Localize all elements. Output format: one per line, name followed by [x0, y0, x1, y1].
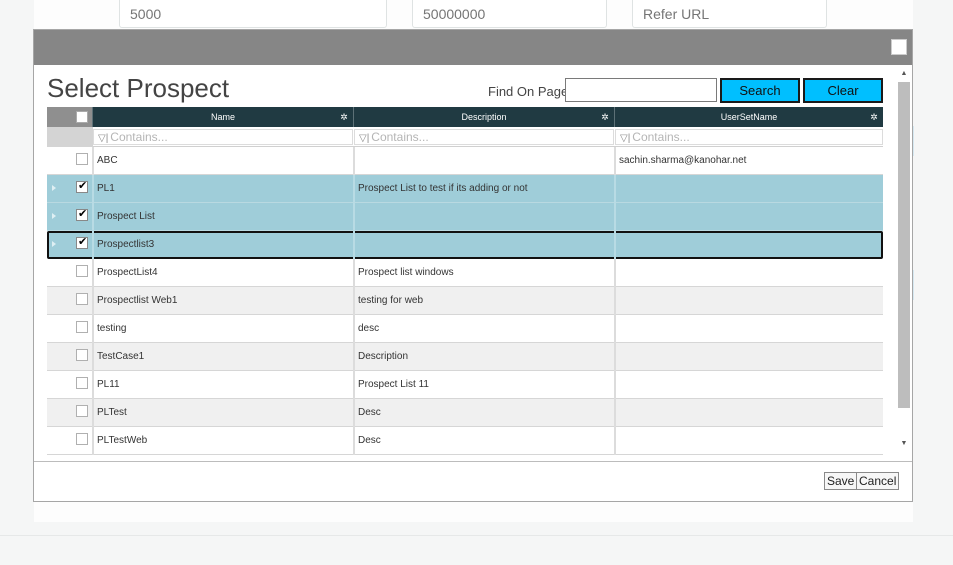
usersetname-cell	[616, 175, 882, 203]
description-cell: Desc	[358, 407, 381, 418]
name-cell: testing	[97, 323, 127, 334]
name-cell: TestCase1	[97, 351, 145, 362]
row-checkbox[interactable]	[76, 265, 88, 277]
description-cell	[355, 231, 613, 259]
usersetname-cell	[616, 427, 882, 455]
filter-icon: ▽|	[620, 133, 631, 144]
gear-icon[interactable]: ✲	[339, 107, 349, 127]
filter-row: ▽| Contains... ▽| Contains... ▽| Contains..…	[47, 127, 883, 147]
name-cell: Prospectlist3	[97, 239, 155, 250]
usersetname-filter-input[interactable]: ▽| Contains...	[615, 129, 883, 145]
footer-divider	[34, 461, 912, 462]
table-row[interactable]: testing desc	[47, 315, 883, 343]
cancel-button[interactable]: Cancel	[856, 472, 900, 490]
table-row[interactable]: Prospectlist Web1 testing for web	[47, 287, 883, 315]
scroll-up-icon[interactable]: ▲	[899, 70, 909, 78]
description-cell: Prospect list windows	[358, 267, 454, 278]
table-row[interactable]: PL1 Prospect List to test if its adding …	[47, 175, 883, 203]
scroll-down-icon[interactable]: ▼	[899, 440, 909, 448]
description-cell: testing for web	[358, 295, 424, 306]
column-header-name[interactable]: Name	[93, 107, 353, 127]
name-cell: PL1	[97, 183, 115, 194]
find-on-page-label: Find On Page	[488, 84, 569, 99]
usersetname-cell	[616, 203, 882, 231]
description-cell: desc	[358, 323, 380, 334]
name-cell: PL11	[97, 379, 120, 390]
description-cell	[355, 147, 613, 175]
save-button[interactable]: Save	[824, 472, 858, 490]
background-divider	[0, 535, 953, 536]
select-prospect-dialog: Select Prospect Find On Page Search Clea…	[33, 29, 913, 502]
row-checkbox[interactable]	[76, 377, 88, 389]
row-checkbox[interactable]	[76, 235, 88, 249]
name-cell: ABC	[97, 155, 118, 166]
table-row[interactable]: PL11 Prospect List 11	[47, 371, 883, 399]
table-row[interactable]: ABC sachin.sharma@kanohar.net	[47, 147, 883, 175]
expand-icon[interactable]	[52, 213, 56, 219]
name-cell: Prospectlist Web1	[97, 295, 178, 306]
gear-icon[interactable]: ✲	[600, 107, 610, 127]
usersetname-cell	[616, 343, 882, 371]
table-row[interactable]: ProspectList4 Prospect list windows	[47, 259, 883, 287]
description-filter-input[interactable]: ▽| Contains...	[354, 129, 614, 145]
description-cell: Prospect List to test if its adding or n…	[358, 183, 528, 194]
row-checkbox[interactable]	[76, 321, 88, 333]
vertical-scrollbar[interactable]	[898, 82, 910, 408]
expand-icon[interactable]	[52, 185, 56, 191]
expand-icon[interactable]	[52, 241, 56, 247]
clear-button[interactable]: Clear	[803, 78, 883, 103]
name-cell: ProspectList4	[97, 267, 158, 278]
find-on-page-input[interactable]	[565, 78, 717, 102]
usersetname-cell	[616, 399, 882, 427]
table-row[interactable]: Prospect List	[47, 203, 883, 231]
row-checkbox[interactable]	[76, 179, 88, 193]
background-input-2[interactable]	[412, 0, 607, 28]
row-checkbox[interactable]	[76, 293, 88, 305]
filter-icon: ▽|	[98, 133, 109, 144]
description-cell	[355, 203, 613, 231]
name-cell: PLTestWeb	[97, 435, 148, 446]
filter-icon: ▽|	[359, 133, 370, 144]
column-header-usersetname[interactable]: UserSetName	[615, 107, 883, 127]
table-row-current[interactable]: Prospectlist3	[47, 231, 883, 259]
description-cell: Prospect List 11	[358, 379, 429, 390]
search-button[interactable]: Search	[720, 78, 800, 103]
description-cell: Description	[358, 351, 409, 362]
row-checkbox[interactable]	[76, 153, 88, 165]
usersetname-cell	[616, 259, 882, 287]
usersetname-cell	[616, 231, 882, 259]
gear-icon[interactable]: ✲	[869, 107, 879, 127]
close-icon[interactable]	[891, 39, 907, 55]
name-filter-input[interactable]: ▽| Contains...	[93, 129, 353, 145]
prospect-grid: Name ✲ Description ✲ UserSetName ✲ ▽| Con…	[47, 107, 883, 455]
row-checkbox[interactable]	[76, 349, 88, 361]
table-row[interactable]: TestCase1 Description	[47, 343, 883, 371]
name-cell: Prospect List	[97, 211, 155, 222]
usersetname-cell	[616, 287, 882, 315]
table-row[interactable]: PLTest Desc	[47, 399, 883, 427]
usersetname-cell	[616, 315, 882, 343]
grid-header: Name ✲ Description ✲ UserSetName ✲	[47, 107, 883, 127]
usersetname-cell	[616, 371, 882, 399]
description-cell: Desc	[358, 435, 381, 446]
row-checkbox[interactable]	[76, 433, 88, 445]
row-checkbox[interactable]	[76, 405, 88, 417]
column-header-description[interactable]: Description	[354, 107, 614, 127]
dialog-title: Select Prospect	[47, 73, 230, 103]
table-row[interactable]: PLTestWeb Desc	[47, 427, 883, 455]
row-checkbox[interactable]	[76, 207, 88, 221]
dialog-titlebar	[34, 30, 912, 65]
background-input-1[interactable]	[119, 0, 387, 28]
name-cell: PLTest	[97, 407, 127, 418]
background-input-3[interactable]	[632, 0, 827, 28]
select-all-checkbox[interactable]	[76, 111, 88, 123]
usersetname-cell: sachin.sharma@kanohar.net	[619, 155, 747, 166]
